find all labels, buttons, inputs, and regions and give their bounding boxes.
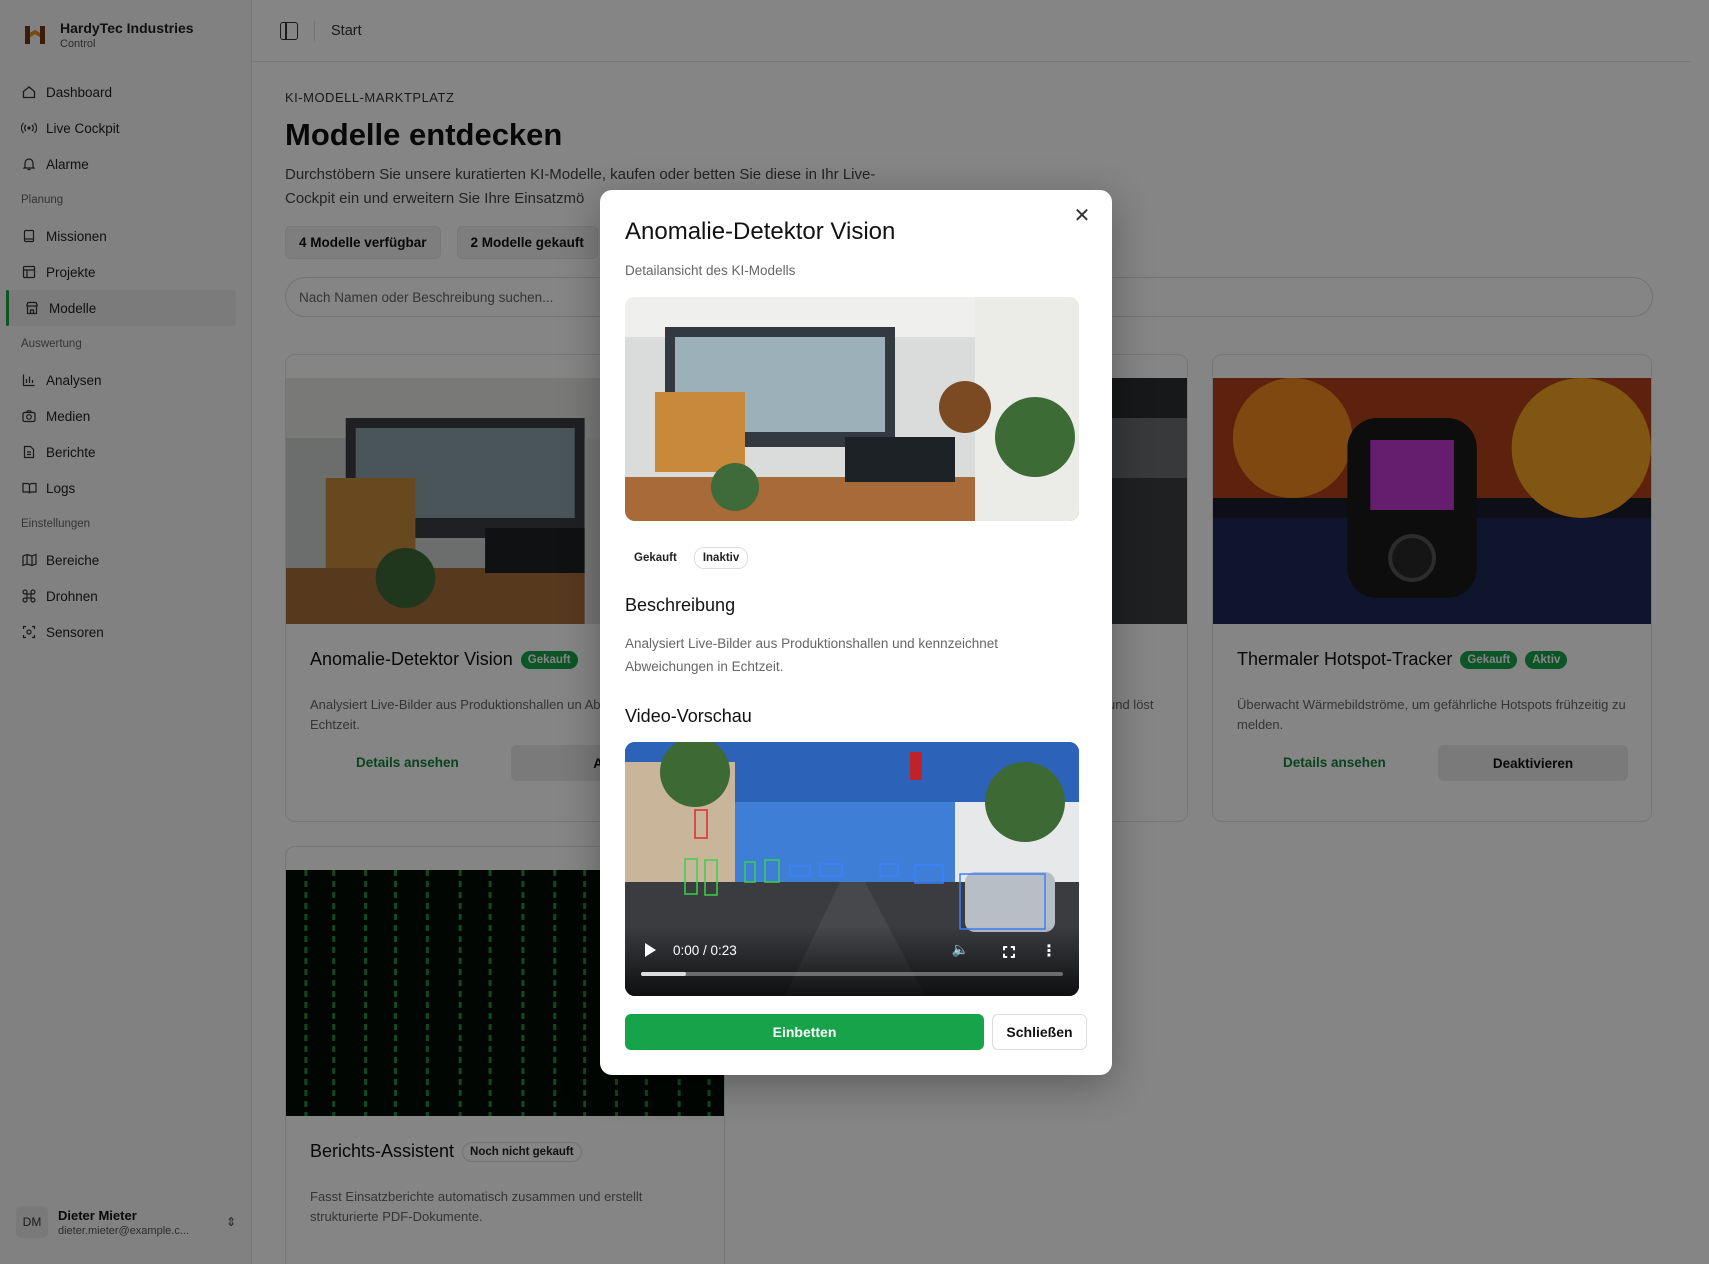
status-badge: Gekauft bbox=[625, 547, 686, 569]
video-controls bbox=[625, 926, 1079, 996]
play-icon[interactable] bbox=[645, 943, 656, 957]
video-progress-bar[interactable] bbox=[641, 972, 1063, 976]
embed-button[interactable]: Einbetten bbox=[625, 1014, 984, 1050]
video-player[interactable]: 0:00 / 0:23 🔈 ⋮ bbox=[625, 742, 1079, 996]
model-preview-image bbox=[625, 297, 1079, 521]
dialog-description: Analysiert Live-Bilder aus Produktionsha… bbox=[625, 636, 998, 674]
more-options-icon[interactable]: ⋮ bbox=[1041, 944, 1057, 960]
video-time: 0:00 / 0:23 bbox=[673, 943, 737, 958]
status-badge: Inaktiv bbox=[693, 547, 749, 569]
description-heading: Beschreibung bbox=[625, 595, 736, 615]
close-button[interactable]: Schließen bbox=[992, 1014, 1087, 1050]
volume-icon[interactable]: 🔈 bbox=[952, 941, 969, 958]
close-icon[interactable]: ✕ bbox=[1070, 204, 1094, 228]
model-details-dialog: ✕ Anomalie-Detektor Vision Detailansicht… bbox=[600, 190, 1112, 1075]
dialog-subtitle: Detailansicht des KI-Modells bbox=[625, 263, 796, 278]
video-heading: Video-Vorschau bbox=[625, 706, 752, 726]
dialog-badges: Gekauft Inaktiv bbox=[625, 547, 749, 569]
dialog-title: Anomalie-Detektor Vision bbox=[625, 218, 896, 245]
